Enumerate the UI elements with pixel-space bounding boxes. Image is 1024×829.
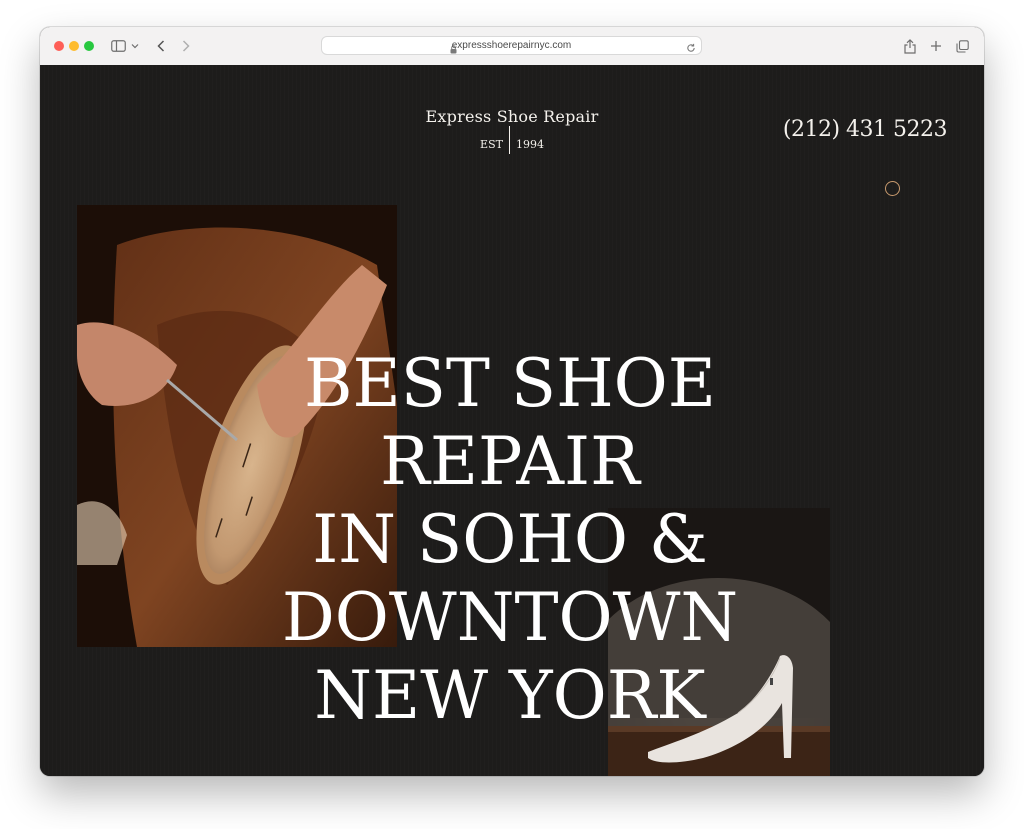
established-line: EST 1994 [412, 126, 612, 154]
site-logo[interactable]: Express Shoe Repair EST 1994 [412, 107, 612, 154]
plus-icon[interactable] [928, 36, 944, 56]
sidebar-icon[interactable] [110, 36, 126, 56]
minimize-window-button[interactable] [69, 41, 79, 51]
chevron-right-icon[interactable] [179, 36, 193, 56]
headline-line: IN SOHO & [312, 501, 708, 578]
share-icon[interactable] [902, 36, 918, 56]
browser-toolbar: expressshoerepairnyc.com [40, 27, 984, 66]
close-window-button[interactable] [54, 41, 64, 51]
phone-link[interactable]: (212) 431 5223 [783, 117, 948, 142]
address-bar[interactable]: expressshoerepairnyc.com [321, 36, 702, 55]
headline-line: NEW YORK [314, 657, 706, 734]
headline-line: BEST SHOE REPAIR [304, 345, 716, 500]
headline-line: DOWNTOWN [281, 579, 739, 656]
url-text: expressshoerepairnyc.com [451, 40, 572, 51]
est-label: EST [480, 137, 503, 151]
menu-toggle-circle[interactable] [885, 181, 900, 196]
browser-window: expressshoerepairnyc.com Express Shoe Re… [40, 27, 984, 776]
web-page: Express Shoe Repair EST 1994 (212) 431 5… [40, 65, 984, 776]
zoom-window-button[interactable] [84, 41, 94, 51]
tabs-icon[interactable] [954, 36, 970, 56]
chevron-down-icon[interactable] [130, 36, 140, 56]
reload-icon[interactable] [686, 40, 696, 58]
chevron-left-icon[interactable] [154, 36, 168, 56]
est-year: 1994 [515, 137, 544, 151]
brand-name: Express Shoe Repair [425, 107, 599, 126]
logo-divider [508, 126, 510, 154]
hero-headline: BEST SHOE REPAIR IN SOHO & DOWNTOWN NEW … [180, 345, 840, 735]
